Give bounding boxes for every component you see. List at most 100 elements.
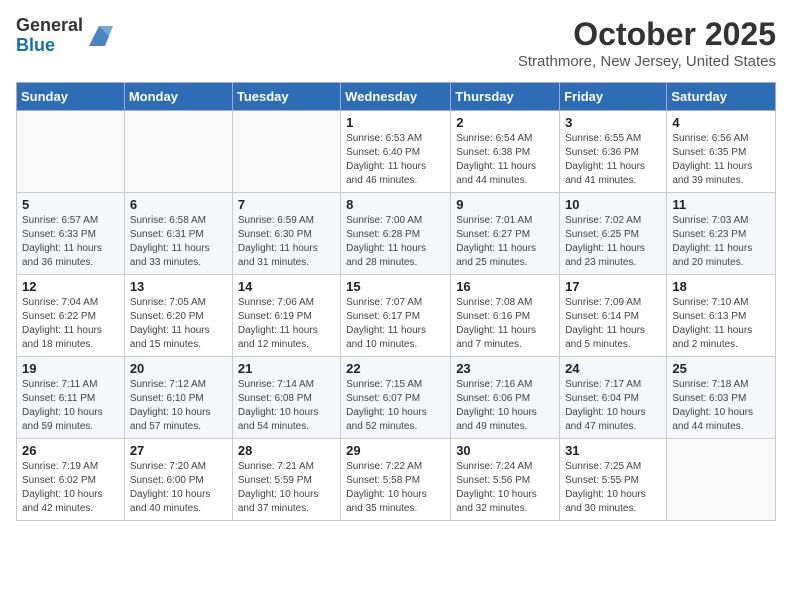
day-number: 17	[565, 279, 661, 294]
calendar-cell: 10 Sunrise: 7:02 AM Sunset: 6:25 PM Dayli…	[560, 193, 667, 275]
weekday-header-wednesday: Wednesday	[341, 83, 451, 111]
calendar-cell: 22 Sunrise: 7:15 AM Sunset: 6:07 PM Dayli…	[341, 357, 451, 439]
day-info: Sunrise: 6:54 AM Sunset: 6:38 PM Dayligh…	[456, 132, 554, 188]
weekday-header-tuesday: Tuesday	[232, 83, 340, 111]
day-number: 9	[456, 197, 554, 212]
logo-blue-text: Blue	[16, 36, 83, 56]
calendar-cell: 3 Sunrise: 6:55 AM Sunset: 6:36 PM Daylig…	[560, 111, 667, 193]
day-info: Sunrise: 7:25 AM Sunset: 5:55 PM Dayligh…	[565, 460, 661, 516]
day-number: 26	[22, 443, 119, 458]
calendar-week-row: 5 Sunrise: 6:57 AM Sunset: 6:33 PM Daylig…	[17, 193, 776, 275]
calendar-cell: 6Sunrise: 6:58 AM Sunset: 6:31 PM Daylig…	[124, 193, 232, 275]
calendar-cell: 1Sunrise: 6:53 AM Sunset: 6:40 PM Daylig…	[341, 111, 451, 193]
logo-icon	[85, 22, 113, 50]
day-info: Sunrise: 6:58 AM Sunset: 6:31 PM Dayligh…	[130, 214, 227, 270]
day-number: 2	[456, 115, 554, 130]
day-number: 7	[238, 197, 335, 212]
calendar-cell: 28Sunrise: 7:21 AM Sunset: 5:59 PM Dayli…	[232, 439, 340, 521]
day-number: 14	[238, 279, 335, 294]
logo: General Blue	[16, 16, 113, 56]
day-info: Sunrise: 7:21 AM Sunset: 5:59 PM Dayligh…	[238, 460, 335, 516]
calendar-cell	[667, 439, 776, 521]
calendar-cell: 18 Sunrise: 7:10 AM Sunset: 6:13 PM Dayli…	[667, 275, 776, 357]
day-number: 22	[346, 361, 445, 376]
day-number: 11	[672, 197, 770, 212]
day-info: Sunrise: 6:53 AM Sunset: 6:40 PM Dayligh…	[346, 132, 445, 188]
calendar-cell: 26 Sunrise: 7:19 AM Sunset: 6:02 PM Dayli…	[17, 439, 125, 521]
calendar-cell: 31 Sunrise: 7:25 AM Sunset: 5:55 PM Dayli…	[560, 439, 667, 521]
calendar-cell: 9 Sunrise: 7:01 AM Sunset: 6:27 PM Daylig…	[451, 193, 560, 275]
calendar-cell: 4Sunrise: 6:56 AM Sunset: 6:35 PM Daylig…	[667, 111, 776, 193]
calendar-cell	[17, 111, 125, 193]
calendar-cell: 2 Sunrise: 6:54 AM Sunset: 6:38 PM Daylig…	[451, 111, 560, 193]
weekday-header-sunday: Sunday	[17, 83, 125, 111]
day-number: 27	[130, 443, 227, 458]
day-info: Sunrise: 7:07 AM Sunset: 6:17 PM Dayligh…	[346, 296, 445, 352]
day-number: 21	[238, 361, 335, 376]
day-info: Sunrise: 7:05 AM Sunset: 6:20 PM Dayligh…	[130, 296, 227, 352]
day-info: Sunrise: 7:24 AM Sunset: 5:56 PM Dayligh…	[456, 460, 554, 516]
weekday-header-thursday: Thursday	[451, 83, 560, 111]
day-info: Sunrise: 7:12 AM Sunset: 6:10 PM Dayligh…	[130, 378, 227, 434]
day-info: Sunrise: 7:02 AM Sunset: 6:25 PM Dayligh…	[565, 214, 661, 270]
title-block: October 2025 Strathmore, New Jersey, Uni…	[518, 16, 776, 70]
calendar-cell: 20 Sunrise: 7:12 AM Sunset: 6:10 PM Dayli…	[124, 357, 232, 439]
day-number: 15	[346, 279, 445, 294]
day-number: 10	[565, 197, 661, 212]
day-info: Sunrise: 7:20 AM Sunset: 6:00 PM Dayligh…	[130, 460, 227, 516]
day-info: Sunrise: 6:56 AM Sunset: 6:35 PM Dayligh…	[672, 132, 770, 188]
day-number: 16	[456, 279, 554, 294]
day-info: Sunrise: 7:18 AM Sunset: 6:03 PM Dayligh…	[672, 378, 770, 434]
calendar-cell: 16 Sunrise: 7:08 AM Sunset: 6:16 PM Dayli…	[451, 275, 560, 357]
day-info: Sunrise: 6:57 AM Sunset: 6:33 PM Dayligh…	[22, 214, 119, 270]
calendar-table: SundayMondayTuesdayWednesdayThursdayFrid…	[16, 82, 776, 521]
day-number: 18	[672, 279, 770, 294]
day-info: Sunrise: 7:16 AM Sunset: 6:06 PM Dayligh…	[456, 378, 554, 434]
calendar-cell: 14 Sunrise: 7:06 AM Sunset: 6:19 PM Dayli…	[232, 275, 340, 357]
day-number: 30	[456, 443, 554, 458]
calendar-cell: 13 Sunrise: 7:05 AM Sunset: 6:20 PM Dayli…	[124, 275, 232, 357]
day-info: Sunrise: 7:15 AM Sunset: 6:07 PM Dayligh…	[346, 378, 445, 434]
weekday-header-monday: Monday	[124, 83, 232, 111]
calendar-cell	[124, 111, 232, 193]
month-title: October 2025	[518, 16, 776, 53]
day-info: Sunrise: 7:10 AM Sunset: 6:13 PM Dayligh…	[672, 296, 770, 352]
calendar-week-row: 19Sunrise: 7:11 AM Sunset: 6:11 PM Dayli…	[17, 357, 776, 439]
day-info: Sunrise: 7:14 AM Sunset: 6:08 PM Dayligh…	[238, 378, 335, 434]
calendar-week-row: 12 Sunrise: 7:04 AM Sunset: 6:22 PM Dayli…	[17, 275, 776, 357]
calendar-cell: 19Sunrise: 7:11 AM Sunset: 6:11 PM Dayli…	[17, 357, 125, 439]
weekday-header-saturday: Saturday	[667, 83, 776, 111]
day-info: Sunrise: 7:01 AM Sunset: 6:27 PM Dayligh…	[456, 214, 554, 270]
day-number: 3	[565, 115, 661, 130]
day-number: 29	[346, 443, 445, 458]
day-number: 8	[346, 197, 445, 212]
day-number: 13	[130, 279, 227, 294]
day-number: 5	[22, 197, 119, 212]
page-header: General Blue October 2025 Strathmore, Ne…	[16, 16, 776, 70]
day-info: Sunrise: 6:55 AM Sunset: 6:36 PM Dayligh…	[565, 132, 661, 188]
calendar-cell: 8Sunrise: 7:00 AM Sunset: 6:28 PM Daylig…	[341, 193, 451, 275]
calendar-cell: 7Sunrise: 6:59 AM Sunset: 6:30 PM Daylig…	[232, 193, 340, 275]
day-info: Sunrise: 7:22 AM Sunset: 5:58 PM Dayligh…	[346, 460, 445, 516]
day-info: Sunrise: 7:19 AM Sunset: 6:02 PM Dayligh…	[22, 460, 119, 516]
day-number: 31	[565, 443, 661, 458]
calendar-cell: 17Sunrise: 7:09 AM Sunset: 6:14 PM Dayli…	[560, 275, 667, 357]
day-number: 24	[565, 361, 661, 376]
calendar-week-row: 1Sunrise: 6:53 AM Sunset: 6:40 PM Daylig…	[17, 111, 776, 193]
day-number: 25	[672, 361, 770, 376]
day-info: Sunrise: 7:06 AM Sunset: 6:19 PM Dayligh…	[238, 296, 335, 352]
calendar-cell: 11 Sunrise: 7:03 AM Sunset: 6:23 PM Dayli…	[667, 193, 776, 275]
day-number: 19	[22, 361, 119, 376]
day-info: Sunrise: 7:04 AM Sunset: 6:22 PM Dayligh…	[22, 296, 119, 352]
calendar-cell: 15 Sunrise: 7:07 AM Sunset: 6:17 PM Dayli…	[341, 275, 451, 357]
calendar-cell: 27 Sunrise: 7:20 AM Sunset: 6:00 PM Dayli…	[124, 439, 232, 521]
calendar-cell: 30 Sunrise: 7:24 AM Sunset: 5:56 PM Dayli…	[451, 439, 560, 521]
day-info: Sunrise: 7:08 AM Sunset: 6:16 PM Dayligh…	[456, 296, 554, 352]
day-info: Sunrise: 7:03 AM Sunset: 6:23 PM Dayligh…	[672, 214, 770, 270]
calendar-cell: 25 Sunrise: 7:18 AM Sunset: 6:03 PM Dayli…	[667, 357, 776, 439]
weekday-header-friday: Friday	[560, 83, 667, 111]
day-number: 12	[22, 279, 119, 294]
calendar-cell	[232, 111, 340, 193]
calendar-header-row: SundayMondayTuesdayWednesdayThursdayFrid…	[17, 83, 776, 111]
day-number: 20	[130, 361, 227, 376]
